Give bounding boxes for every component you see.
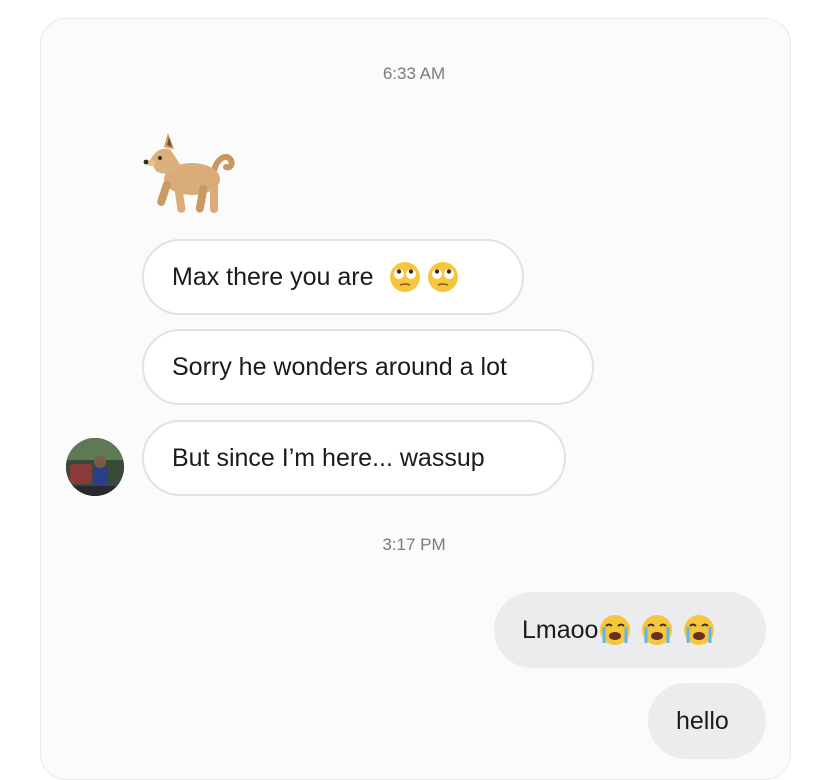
profile-photo-icon <box>66 438 124 496</box>
message-bubble[interactable]: Max there you are <box>142 239 524 315</box>
timestamp: 6:33 AM <box>382 64 446 83</box>
message-text: Sorry he wonders around a lot <box>172 352 507 381</box>
eye-roll-emoji <box>389 262 420 292</box>
message-text: But since I’m here... wassup <box>172 443 485 472</box>
message-bubble[interactable]: But since I’m here... wassup <box>142 420 566 496</box>
crying-emoji <box>600 615 631 645</box>
eye-roll-emoji <box>427 262 458 292</box>
crying-emoji <box>642 615 673 645</box>
timestamp: 3:17 PM <box>382 535 446 554</box>
avatar[interactable] <box>66 438 124 496</box>
message-bubble[interactable]: hello <box>648 683 766 759</box>
message-bubble[interactable]: Lmaoo <box>494 592 766 668</box>
message-text: Max there you are <box>172 262 374 291</box>
message-text: Lmaoo <box>522 615 599 644</box>
message-bubble[interactable]: Sorry he wonders around a lot <box>142 329 594 405</box>
dog-emoji[interactable] <box>140 125 242 225</box>
message-text: hello <box>676 706 729 735</box>
crying-emoji <box>684 615 715 645</box>
